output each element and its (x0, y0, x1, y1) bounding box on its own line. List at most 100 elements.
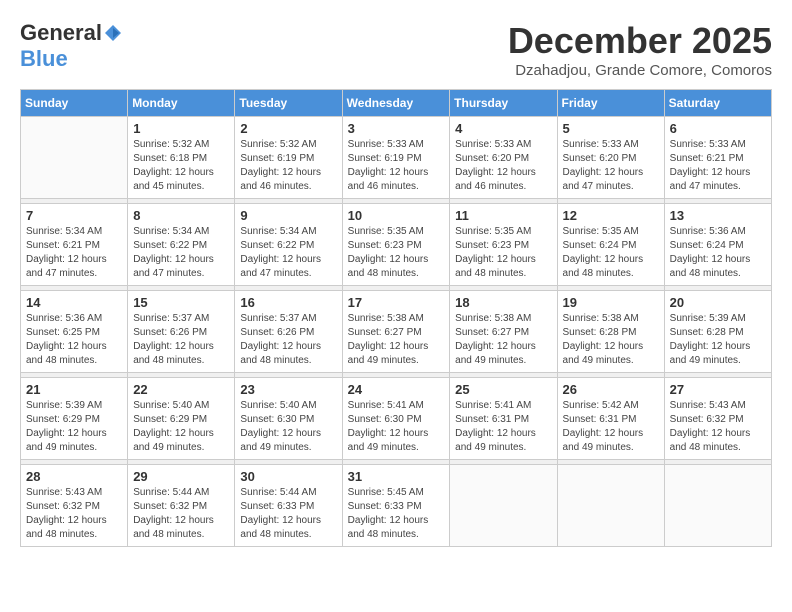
day-number-1: 1 (133, 121, 229, 136)
calendar-cell-w1-d7: 6 Sunrise: 5:33 AM Sunset: 6:21 PM Daylig… (664, 117, 771, 199)
day-number-30: 30 (240, 469, 336, 484)
day-info-16: Sunrise: 5:37 AM Sunset: 6:26 PM Dayligh… (240, 312, 336, 368)
calendar-cell-w3-d4: 17 Sunrise: 5:38 AM Sunset: 6:27 PM Dayli… (342, 291, 450, 373)
calendar-header-row: Sunday Monday Tuesday Wednesday Thursday… (21, 90, 772, 117)
calendar-cell-w5-d6 (557, 465, 664, 547)
calendar-cell-w4-d4: 24 Sunrise: 5:41 AM Sunset: 6:30 PM Dayli… (342, 378, 450, 460)
day-info-13: Sunrise: 5:36 AM Sunset: 6:24 PM Dayligh… (670, 225, 766, 281)
day-number-9: 9 (240, 208, 336, 223)
calendar-cell-w2-d5: 11 Sunrise: 5:35 AM Sunset: 6:23 PM Dayli… (450, 204, 557, 286)
day-number-10: 10 (348, 208, 445, 223)
day-number-24: 24 (348, 382, 445, 397)
day-info-10: Sunrise: 5:35 AM Sunset: 6:23 PM Dayligh… (348, 225, 445, 281)
day-number-21: 21 (26, 382, 122, 397)
calendar-cell-w3-d1: 14Sunrise: 5:36 AM Sunset: 6:25 PM Dayli… (21, 291, 128, 373)
calendar-cell-w4-d7: 27 Sunrise: 5:43 AM Sunset: 6:32 PM Dayli… (664, 378, 771, 460)
day-info-2: Sunrise: 5:32 AM Sunset: 6:19 PM Dayligh… (240, 138, 336, 194)
day-number-13: 13 (670, 208, 766, 223)
day-number-3: 3 (348, 121, 445, 136)
day-info-12: Sunrise: 5:35 AM Sunset: 6:24 PM Dayligh… (563, 225, 659, 281)
calendar-cell-w1-d6: 5 Sunrise: 5:33 AM Sunset: 6:20 PM Daylig… (557, 117, 664, 199)
logo-blue: Blue (20, 46, 68, 72)
calendar-cell-w1-d1 (21, 117, 128, 199)
calendar-cell-w2-d6: 12 Sunrise: 5:35 AM Sunset: 6:24 PM Dayli… (557, 204, 664, 286)
logo: General Blue (20, 20, 123, 72)
calendar-cell-w5-d4: 31 Sunrise: 5:45 AM Sunset: 6:33 PM Dayli… (342, 465, 450, 547)
day-info-6: Sunrise: 5:33 AM Sunset: 6:21 PM Dayligh… (670, 138, 766, 194)
header-tuesday: Tuesday (235, 90, 342, 117)
calendar-cell-w5-d7 (664, 465, 771, 547)
day-number-11: 11 (455, 208, 551, 223)
calendar-cell-w3-d6: 19 Sunrise: 5:38 AM Sunset: 6:28 PM Dayli… (557, 291, 664, 373)
day-number-17: 17 (348, 295, 445, 310)
calendar-week-4: 21 Sunrise: 5:39 AM Sunset: 6:29 PM Dayli… (21, 378, 772, 460)
title-block: December 2025 Dzahadjou, Grande Comore, … (508, 20, 772, 79)
calendar-week-1: 1 Sunrise: 5:32 AM Sunset: 6:18 PM Daylig… (21, 117, 772, 199)
calendar-cell-w3-d3: 16 Sunrise: 5:37 AM Sunset: 6:26 PM Dayli… (235, 291, 342, 373)
calendar-cell-w5-d5 (450, 465, 557, 547)
day-number-14: 14 (26, 295, 122, 310)
calendar-cell-w2-d3: 9Sunrise: 5:34 AM Sunset: 6:22 PM Daylig… (235, 204, 342, 286)
day-number-5: 5 (563, 121, 659, 136)
logo-general: General (20, 20, 102, 46)
calendar-cell-w4-d5: 25Sunrise: 5:41 AM Sunset: 6:31 PM Dayli… (450, 378, 557, 460)
calendar-cell-w2-d4: 10 Sunrise: 5:35 AM Sunset: 6:23 PM Dayli… (342, 204, 450, 286)
calendar-cell-w1-d2: 1 Sunrise: 5:32 AM Sunset: 6:18 PM Daylig… (128, 117, 235, 199)
day-info-26: Sunrise: 5:42 AM Sunset: 6:31 PM Dayligh… (563, 399, 659, 455)
header-saturday: Saturday (664, 90, 771, 117)
day-number-26: 26 (563, 382, 659, 397)
header-monday: Monday (128, 90, 235, 117)
day-info-7: Sunrise: 5:34 AM Sunset: 6:21 PM Dayligh… (26, 225, 122, 281)
calendar-cell-w1-d3: 2 Sunrise: 5:32 AM Sunset: 6:19 PM Daylig… (235, 117, 342, 199)
day-number-6: 6 (670, 121, 766, 136)
calendar-cell-w2-d2: 8 Sunrise: 5:34 AM Sunset: 6:22 PM Daylig… (128, 204, 235, 286)
day-info-17: Sunrise: 5:38 AM Sunset: 6:27 PM Dayligh… (348, 312, 445, 368)
day-info-19: Sunrise: 5:38 AM Sunset: 6:28 PM Dayligh… (563, 312, 659, 368)
day-number-25: 25 (455, 382, 551, 397)
day-info-24: Sunrise: 5:41 AM Sunset: 6:30 PM Dayligh… (348, 399, 445, 455)
day-info-18: Sunrise: 5:38 AM Sunset: 6:27 PM Dayligh… (455, 312, 551, 368)
day-number-19: 19 (563, 295, 659, 310)
calendar-week-2: 7Sunrise: 5:34 AM Sunset: 6:21 PM Daylig… (21, 204, 772, 286)
day-info-22: Sunrise: 5:40 AM Sunset: 6:29 PM Dayligh… (133, 399, 229, 455)
day-info-31: Sunrise: 5:45 AM Sunset: 6:33 PM Dayligh… (348, 486, 445, 542)
calendar-week-3: 14Sunrise: 5:36 AM Sunset: 6:25 PM Dayli… (21, 291, 772, 373)
day-number-2: 2 (240, 121, 336, 136)
day-number-28: 28 (26, 469, 122, 484)
header-wednesday: Wednesday (342, 90, 450, 117)
calendar-cell-w4-d6: 26 Sunrise: 5:42 AM Sunset: 6:31 PM Dayli… (557, 378, 664, 460)
header-sunday: Sunday (21, 90, 128, 117)
day-number-27: 27 (670, 382, 766, 397)
day-number-31: 31 (348, 469, 445, 484)
day-info-4: Sunrise: 5:33 AM Sunset: 6:20 PM Dayligh… (455, 138, 551, 194)
calendar-cell-w3-d7: 20Sunrise: 5:39 AM Sunset: 6:28 PM Dayli… (664, 291, 771, 373)
day-number-23: 23 (240, 382, 336, 397)
calendar-title: December 2025 (508, 20, 772, 62)
calendar-cell-w4-d2: 22Sunrise: 5:40 AM Sunset: 6:29 PM Dayli… (128, 378, 235, 460)
calendar-week-5: 28Sunrise: 5:43 AM Sunset: 6:32 PM Dayli… (21, 465, 772, 547)
calendar-cell-w1-d5: 4Sunrise: 5:33 AM Sunset: 6:20 PM Daylig… (450, 117, 557, 199)
day-number-8: 8 (133, 208, 229, 223)
calendar-cell-w2-d1: 7Sunrise: 5:34 AM Sunset: 6:21 PM Daylig… (21, 204, 128, 286)
day-info-8: Sunrise: 5:34 AM Sunset: 6:22 PM Dayligh… (133, 225, 229, 281)
day-number-16: 16 (240, 295, 336, 310)
day-number-12: 12 (563, 208, 659, 223)
header-friday: Friday (557, 90, 664, 117)
day-info-5: Sunrise: 5:33 AM Sunset: 6:20 PM Dayligh… (563, 138, 659, 194)
calendar-cell-w3-d2: 15Sunrise: 5:37 AM Sunset: 6:26 PM Dayli… (128, 291, 235, 373)
calendar-cell-w5-d3: 30Sunrise: 5:44 AM Sunset: 6:33 PM Dayli… (235, 465, 342, 547)
day-info-23: Sunrise: 5:40 AM Sunset: 6:30 PM Dayligh… (240, 399, 336, 455)
day-info-21: Sunrise: 5:39 AM Sunset: 6:29 PM Dayligh… (26, 399, 122, 455)
day-info-3: Sunrise: 5:33 AM Sunset: 6:19 PM Dayligh… (348, 138, 445, 194)
day-info-27: Sunrise: 5:43 AM Sunset: 6:32 PM Dayligh… (670, 399, 766, 455)
header-thursday: Thursday (450, 90, 557, 117)
calendar-cell-w2-d7: 13 Sunrise: 5:36 AM Sunset: 6:24 PM Dayli… (664, 204, 771, 286)
logo-icon (103, 23, 123, 43)
day-info-1: Sunrise: 5:32 AM Sunset: 6:18 PM Dayligh… (133, 138, 229, 194)
calendar-cell-w1-d4: 3 Sunrise: 5:33 AM Sunset: 6:19 PM Daylig… (342, 117, 450, 199)
page-header: General Blue December 2025 Dzahadjou, Gr… (20, 20, 772, 79)
day-info-15: Sunrise: 5:37 AM Sunset: 6:26 PM Dayligh… (133, 312, 229, 368)
day-info-20: Sunrise: 5:39 AM Sunset: 6:28 PM Dayligh… (670, 312, 766, 368)
day-info-11: Sunrise: 5:35 AM Sunset: 6:23 PM Dayligh… (455, 225, 551, 281)
calendar-table: Sunday Monday Tuesday Wednesday Thursday… (20, 89, 772, 547)
